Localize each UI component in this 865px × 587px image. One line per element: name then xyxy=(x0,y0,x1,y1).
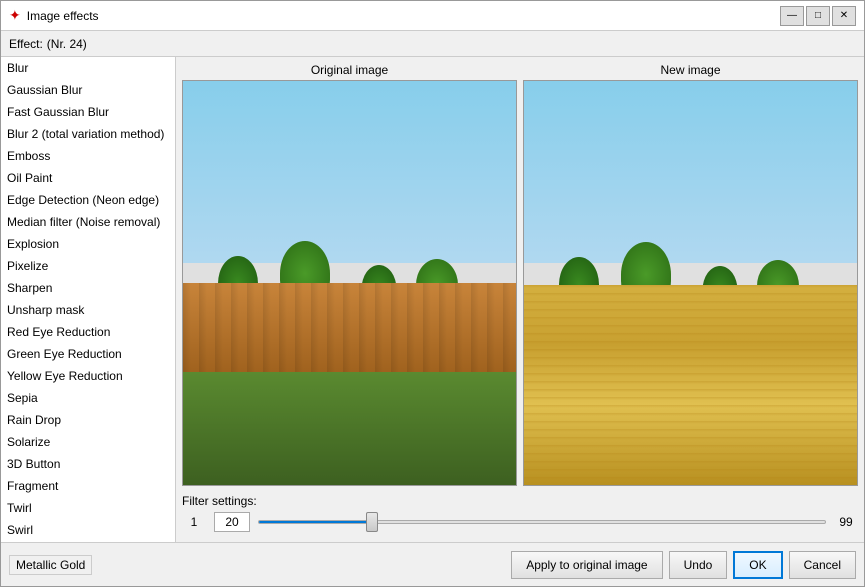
original-image-section: Original image xyxy=(182,63,517,486)
fence-original xyxy=(183,283,516,372)
ok-button[interactable]: OK xyxy=(733,551,782,579)
sidebar-item-fast-gaussian-blur[interactable]: Fast Gaussian Blur xyxy=(1,101,175,123)
sidebar-item-green-eye[interactable]: Green Eye Reduction xyxy=(1,343,175,365)
effect-bar: Effect: (Nr. 24) xyxy=(1,31,864,57)
title-bar-left: ✦ Image effects xyxy=(9,7,99,24)
cancel-button[interactable]: Cancel xyxy=(789,551,856,579)
shifted-content xyxy=(524,121,857,485)
sidebar-item-yellow-eye[interactable]: Yellow Eye Reduction xyxy=(1,365,175,387)
sidebar-item-swirl[interactable]: Swirl xyxy=(1,519,175,541)
sidebar-item-sharpen[interactable]: Sharpen xyxy=(1,277,175,299)
original-image-frame xyxy=(182,80,517,486)
sidebar-item-solarize[interactable]: Solarize xyxy=(1,431,175,453)
bottom-left-area: Metallic Gold xyxy=(9,555,92,575)
sidebar-item-emboss[interactable]: Emboss xyxy=(1,145,175,167)
sidebar-item-blur-2[interactable]: Blur 2 (total variation method) xyxy=(1,123,175,145)
close-button[interactable]: ✕ xyxy=(832,6,856,26)
slider-max-label: 99 xyxy=(834,515,858,529)
effect-value: (Nr. 24) xyxy=(47,37,87,51)
golden-ground-new xyxy=(524,285,857,485)
sidebar-item-red-eye[interactable]: Red Eye Reduction xyxy=(1,321,175,343)
right-panel: Original image xyxy=(176,57,864,542)
sidebar-item-oil-paint[interactable]: Oil Paint xyxy=(1,167,175,189)
slider-row: 1 20 99 xyxy=(182,512,858,532)
original-scene xyxy=(183,81,516,485)
bottom-buttons: Apply to original image Undo OK Cancel xyxy=(511,551,856,579)
grass-original xyxy=(183,372,516,485)
bottom-bar: Metallic Gold Apply to original image Un… xyxy=(1,542,864,586)
main-content: Blur Gaussian Blur Fast Gaussian Blur Bl… xyxy=(1,57,864,542)
sidebar-item-sepia[interactable]: Sepia xyxy=(1,387,175,409)
undo-button[interactable]: Undo xyxy=(669,551,728,579)
slider-value-box[interactable]: 20 xyxy=(214,512,250,532)
slider-thumb[interactable] xyxy=(366,512,378,532)
sidebar-item-rain-drop[interactable]: Rain Drop xyxy=(1,409,175,431)
filter-settings-label: Filter settings: xyxy=(182,494,858,508)
filter-settings-section: Filter settings: 1 20 99 xyxy=(182,490,858,536)
metallic-gold-label: Metallic Gold xyxy=(9,555,92,575)
sky-original xyxy=(183,81,516,263)
sidebar-item-edge-detection[interactable]: Edge Detection (Neon edge) xyxy=(1,189,175,211)
new-image-label: New image xyxy=(660,63,720,77)
new-image-section: New image xyxy=(523,63,858,486)
sidebar-item-unsharp-mask[interactable]: Unsharp mask xyxy=(1,299,175,321)
effect-label: Effect: xyxy=(9,37,43,51)
sidebar-item-pixelize[interactable]: Pixelize xyxy=(1,255,175,277)
sidebar-item-twirl[interactable]: Twirl xyxy=(1,497,175,519)
apply-button[interactable]: Apply to original image xyxy=(511,551,662,579)
minimize-button[interactable]: — xyxy=(780,6,804,26)
effects-sidebar[interactable]: Blur Gaussian Blur Fast Gaussian Blur Bl… xyxy=(1,57,176,542)
slider-container[interactable] xyxy=(258,512,826,532)
original-image-label: Original image xyxy=(311,63,388,77)
new-image-frame xyxy=(523,80,858,486)
sidebar-item-median-filter[interactable]: Median filter (Noise removal) xyxy=(1,211,175,233)
sidebar-item-3d-button[interactable]: 3D Button xyxy=(1,453,175,475)
window-title: Image effects xyxy=(27,9,99,23)
sidebar-item-gaussian-blur[interactable]: Gaussian Blur xyxy=(1,79,175,101)
sidebar-item-fragment[interactable]: Fragment xyxy=(1,475,175,497)
slider-fill xyxy=(259,521,372,523)
maximize-button[interactable]: □ xyxy=(806,6,830,26)
main-window: ✦ Image effects — □ ✕ Effect: (Nr. 24) B… xyxy=(0,0,865,587)
image-row: Original image xyxy=(182,63,858,486)
app-icon: ✦ xyxy=(9,7,21,24)
title-bar: ✦ Image effects — □ ✕ xyxy=(1,1,864,31)
slider-min-label: 1 xyxy=(182,515,206,529)
sidebar-item-explosion[interactable]: Explosion xyxy=(1,233,175,255)
sidebar-item-blur[interactable]: Blur xyxy=(1,57,175,79)
new-scene xyxy=(524,81,857,485)
slider-track xyxy=(258,520,826,524)
title-bar-controls: — □ ✕ xyxy=(780,6,856,26)
